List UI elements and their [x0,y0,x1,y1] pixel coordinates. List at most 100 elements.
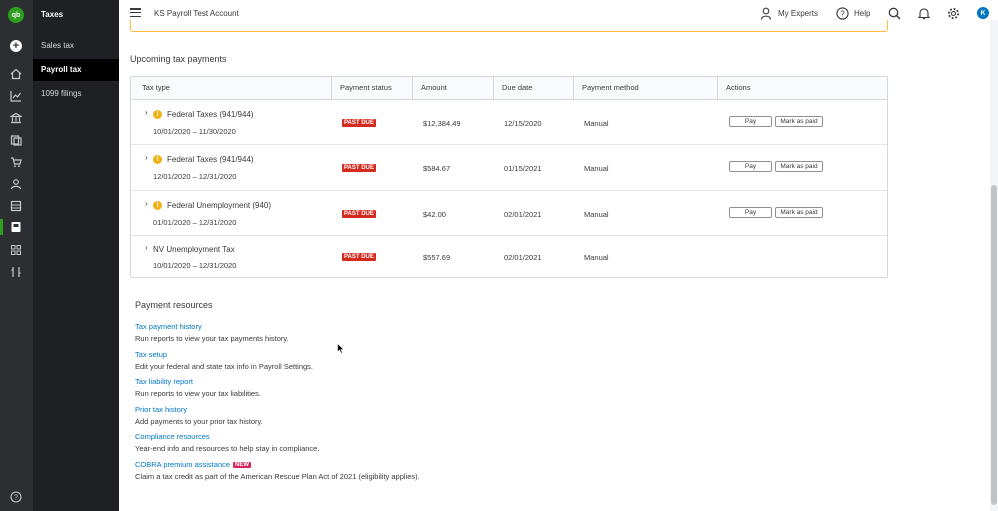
amount-value: $557.69 [423,253,451,262]
avatar[interactable]: K [977,7,989,19]
sales-icon[interactable] [9,155,23,169]
payment-resources-title: Payment resources [135,300,213,310]
reports-icon[interactable] [9,89,23,103]
company-name: KS Payroll Test Account [154,9,239,18]
taxes-subnav: Taxes Sales tax Payroll tax 1099 filings [33,0,119,511]
due-date-value: 01/15/2021 [504,164,542,173]
resource-description: Run reports to view your tax liabilities… [135,389,261,398]
taxes-icon[interactable] [9,220,23,234]
status-badge: PAST DUE [342,210,376,218]
pay-button[interactable]: Pay [729,207,772,218]
expenses-icon[interactable] [9,133,23,147]
compliance-resources-link[interactable]: Compliance resources [135,432,210,441]
create-icon[interactable]: + [9,39,23,53]
column-header-payment-method[interactable]: Payment method [574,77,718,99]
status-badge: PAST DUE [342,164,376,172]
column-header-amount[interactable]: Amount [413,77,494,99]
subnav-title: Taxes [41,10,64,19]
column-header-actions: Actions [726,83,751,92]
payment-method-value: Manual [584,164,609,173]
menu-icon[interactable] [130,8,141,17]
mark-as-paid-button[interactable]: Mark as paid [775,116,823,127]
quickbooks-logo[interactable]: qb [8,7,24,23]
cobra-premium-assistance-link[interactable]: COBRA premium assistance [135,460,230,469]
scrollbar-thumb[interactable] [991,185,997,505]
resource-item: Tax setup Edit your federal and state ta… [135,350,313,371]
search-icon [887,6,901,20]
person-icon [759,6,773,20]
home-icon[interactable] [9,67,23,81]
amount-value: $42.00 [423,210,446,219]
tax-period: 01/01/2020 – 12/31/2020 [153,218,237,227]
logo-text: qb [11,11,21,19]
expand-chevron-icon[interactable]: › [145,199,148,208]
tax-payments-table: Tax type Payment status Amount Due date … [130,76,888,278]
help-button[interactable]: ? Help [835,6,870,20]
tax-liability-report-link[interactable]: Tax liability report [135,377,193,386]
resource-description: Claim a tax credit as part of the Americ… [135,472,420,481]
expand-chevron-icon[interactable]: › [145,153,148,162]
left-icon-rail: qb + ? [0,0,33,511]
question-circle-icon: ? [835,6,849,20]
mark-as-paid-button[interactable]: Mark as paid [775,207,823,218]
payment-method-value: Manual [584,210,609,219]
resource-description: Add payments to your prior tax history. [135,417,263,426]
bell-icon [917,6,931,20]
table-row[interactable]: › ! Federal Taxes (941/944) 10/01/2020 –… [131,100,887,145]
table-row[interactable]: › NV Unemployment Tax 10/01/2020 – 12/31… [131,236,887,277]
tax-period: 10/01/2020 – 12/31/2020 [153,261,237,270]
resource-description: Year-end info and resources to help stay… [135,444,320,453]
warning-icon: ! [153,110,162,119]
tax-type-name: NV Unemployment Tax [153,245,235,254]
svg-text:?: ? [14,495,18,502]
table-row[interactable]: › ! Federal Unemployment (940) 01/01/202… [131,191,887,236]
bank-icon[interactable] [9,111,23,125]
tax-setup-link[interactable]: Tax setup [135,350,167,359]
warning-icon: ! [153,155,162,164]
resource-description: Edit your federal and state tax info in … [135,362,314,371]
accounting-icon[interactable] [9,199,23,213]
resource-item: Compliance resources Year-end info and r… [135,432,319,453]
tax-payment-history-link[interactable]: Tax payment history [135,322,202,331]
subnav-item-1099-filings[interactable]: 1099 filings [33,83,119,105]
status-badge: PAST DUE [342,119,376,127]
column-header-due-date[interactable]: Due date [494,77,574,99]
apps-icon[interactable] [9,243,23,257]
svg-text:?: ? [840,9,845,18]
help-icon[interactable]: ? [9,490,23,504]
table-row[interactable]: › ! Federal Taxes (941/944) 12/01/2020 –… [131,145,887,191]
expand-chevron-icon[interactable]: › [145,108,148,117]
column-header-payment-status[interactable]: Payment status [332,77,413,99]
my-experts-label: My Experts [778,8,819,18]
upcoming-payments-title: Upcoming tax payments [130,54,227,64]
status-badge: PAST DUE [342,253,376,261]
tax-type-name: Federal Taxes (941/944) [167,155,254,164]
settings-button[interactable] [946,6,960,20]
new-badge: NEW [233,462,252,468]
expand-chevron-icon[interactable]: › [145,243,148,252]
customers-icon[interactable] [9,177,23,191]
due-date-value: 02/01/2021 [504,210,542,219]
pay-button[interactable]: Pay [729,161,772,172]
tax-type-name: Federal Taxes (941/944) [167,110,254,119]
tax-type-name: Federal Unemployment (940) [167,201,272,210]
pay-button[interactable]: Pay [729,116,772,127]
gear-icon [946,6,960,20]
prior-tax-history-link[interactable]: Prior tax history [135,405,187,414]
subnav-item-sales-tax[interactable]: Sales tax [33,35,119,57]
resource-description: Run reports to view your tax payments hi… [135,334,289,343]
warning-icon: ! [153,201,162,210]
table-header: Tax type Payment status Amount Due date … [131,77,887,100]
tools-icon[interactable] [9,265,23,279]
resource-item: Prior tax history Add payments to your p… [135,405,263,426]
my-experts-button[interactable]: My Experts [759,6,818,20]
payment-method-value: Manual [584,253,609,262]
due-date-value: 12/15/2020 [504,119,542,128]
search-button[interactable] [887,6,901,20]
resource-item: COBRA premium assistance NEW Claim a tax … [135,460,420,481]
mark-as-paid-button[interactable]: Mark as paid [775,161,823,172]
tax-period: 12/01/2020 – 12/31/2020 [153,172,237,181]
subnav-item-payroll-tax[interactable]: Payroll tax [33,59,119,81]
column-header-tax-type[interactable]: Tax type [131,77,332,99]
notifications-button[interactable] [917,6,931,20]
